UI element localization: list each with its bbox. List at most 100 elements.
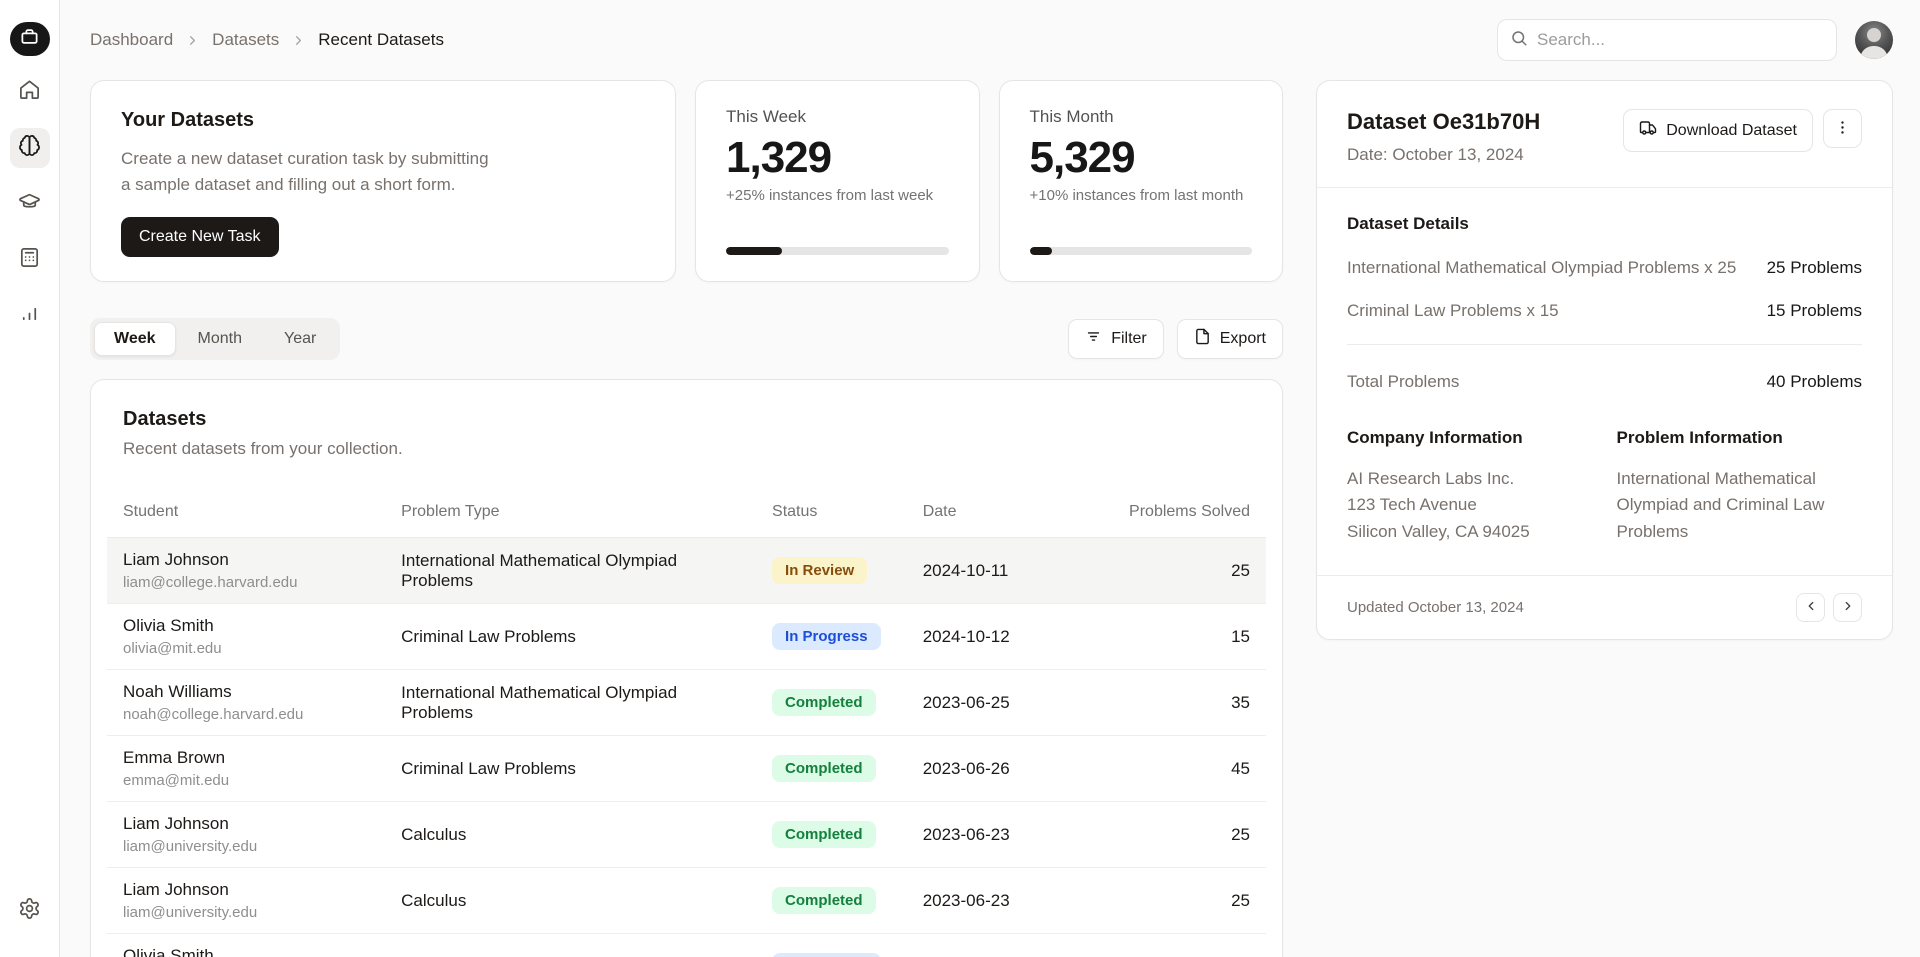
search-input[interactable] xyxy=(1537,30,1824,50)
breadcrumb-datasets[interactable]: Datasets xyxy=(212,30,279,50)
table-header-row: Student Problem Type Status Date Problem… xyxy=(107,493,1266,538)
problem-type: Criminal Law Problems xyxy=(385,604,756,670)
row-date: 2023-06-23 xyxy=(907,868,1069,934)
your-datasets-card: Your Datasets Create a new dataset curat… xyxy=(90,80,676,282)
your-datasets-description: Create a new dataset curation task by su… xyxy=(121,146,645,199)
this-month-label: This Month xyxy=(1030,107,1253,127)
search-icon xyxy=(1510,29,1528,52)
gear-icon xyxy=(18,897,41,925)
col-problem-type: Problem Type xyxy=(385,493,756,538)
filter-button[interactable]: Filter xyxy=(1068,319,1164,359)
detail-value: 25 Problems xyxy=(1767,258,1862,278)
breadcrumb-dashboard[interactable]: Dashboard xyxy=(90,30,173,50)
app-logo[interactable] xyxy=(10,22,50,56)
dataset-detail-panel: Dataset Oe31b70H Date: October 13, 2024 … xyxy=(1316,80,1893,640)
briefcase-icon xyxy=(20,27,39,51)
company-line: AI Research Labs Inc. xyxy=(1347,466,1593,492)
prev-button[interactable] xyxy=(1796,593,1825,622)
avatar[interactable] xyxy=(1855,21,1893,59)
tab-month[interactable]: Month xyxy=(178,322,262,356)
breadcrumb: Dashboard Datasets Recent Datasets xyxy=(90,30,444,50)
more-options-button[interactable] xyxy=(1823,109,1862,148)
your-datasets-title: Your Datasets xyxy=(121,109,645,132)
topbar-right xyxy=(1497,19,1893,61)
problem-information-title: Problem Information xyxy=(1617,428,1863,448)
status-badge: Completed xyxy=(772,755,876,782)
student-email: liam@university.edu xyxy=(123,838,369,855)
sidebar-item-datasets[interactable] xyxy=(10,128,50,168)
chevron-left-icon xyxy=(1804,599,1818,616)
student-name: Olivia Smith xyxy=(123,946,369,957)
export-button[interactable]: Export xyxy=(1177,319,1283,359)
tab-year[interactable]: Year xyxy=(264,322,336,356)
bar-chart-icon xyxy=(18,302,41,330)
problem-type: Algebra xyxy=(385,934,756,957)
sidebar-item-analytics[interactable] xyxy=(10,296,50,336)
company-information-title: Company Information xyxy=(1347,428,1593,448)
brain-icon xyxy=(18,134,41,162)
create-new-task-button[interactable]: Create New Task xyxy=(121,217,279,257)
dots-vertical-icon xyxy=(1834,119,1851,139)
company-line: Silicon Valley, CA 94025 xyxy=(1347,519,1593,545)
dataset-date: Date: October 13, 2024 xyxy=(1347,145,1540,165)
download-dataset-button[interactable]: Download Dataset xyxy=(1623,109,1813,152)
panel-body: Dataset Details International Mathematic… xyxy=(1317,188,1892,575)
student-email: liam@college.harvard.edu xyxy=(123,574,369,591)
breadcrumb-current: Recent Datasets xyxy=(318,30,444,50)
search-box xyxy=(1497,19,1837,61)
left-column: Your Datasets Create a new dataset curat… xyxy=(90,80,1283,957)
sidebar xyxy=(0,0,60,957)
period-tabs: Week Month Year xyxy=(90,318,340,360)
table-row[interactable]: Liam Johnsonliam@university.edu Calculus… xyxy=(107,802,1266,868)
app-root: Dashboard Datasets Recent Datasets xyxy=(0,0,1920,957)
student-email: noah@college.harvard.edu xyxy=(123,706,369,723)
status-badge: In Review xyxy=(772,557,867,584)
student-name: Liam Johnson xyxy=(123,880,369,900)
company-information: Company Information AI Research Labs Inc… xyxy=(1347,428,1593,545)
row-date: 2023-06-24 xyxy=(907,934,1069,957)
panel-footer: Updated October 13, 2024 xyxy=(1317,575,1892,639)
problems-solved: 15 xyxy=(1069,934,1266,957)
detail-label: Criminal Law Problems x 15 xyxy=(1347,301,1559,321)
sidebar-item-home[interactable] xyxy=(10,72,50,112)
datasets-table-card: Datasets Recent datasets from your colle… xyxy=(90,379,1283,957)
status-badge: In Progress xyxy=(772,623,881,650)
col-problems-solved: Problems Solved xyxy=(1069,493,1266,538)
col-student: Student xyxy=(107,493,385,538)
student-name: Olivia Smith xyxy=(123,616,369,636)
table-row[interactable]: Noah Williamsnoah@college.harvard.edu In… xyxy=(107,670,1266,736)
student-name: Liam Johnson xyxy=(123,550,369,570)
table-row[interactable]: Liam Johnsonliam@university.edu Calculus… xyxy=(107,868,1266,934)
this-week-card: This Week 1,329 +25% instances from last… xyxy=(695,80,980,282)
problem-type: International Mathematical Olympiad Prob… xyxy=(385,538,756,604)
problem-information: Problem Information International Mathem… xyxy=(1617,428,1863,545)
tab-week[interactable]: Week xyxy=(94,322,176,356)
this-month-progress-track xyxy=(1030,247,1253,255)
sidebar-item-settings[interactable] xyxy=(10,891,50,931)
next-button[interactable] xyxy=(1833,593,1862,622)
student-name: Liam Johnson xyxy=(123,814,369,834)
detail-value: 15 Problems xyxy=(1767,301,1862,321)
problems-solved: 25 xyxy=(1069,538,1266,604)
table-row[interactable]: Emma Brownemma@mit.edu Criminal Law Prob… xyxy=(107,736,1266,802)
chevron-right-icon xyxy=(291,33,306,48)
sidebar-item-education[interactable] xyxy=(10,184,50,224)
dataset-details-title: Dataset Details xyxy=(1347,214,1862,234)
status-badge: In Progress xyxy=(772,953,881,957)
table-row[interactable]: Olivia Smith olivia@mit.edu Criminal Law … xyxy=(107,604,1266,670)
topbar: Dashboard Datasets Recent Datasets xyxy=(60,0,1920,80)
row-date: 2023-06-25 xyxy=(907,670,1069,736)
table-row[interactable]: Liam Johnson liam@college.harvard.edu Int… xyxy=(107,538,1266,604)
sidebar-item-calculator[interactable] xyxy=(10,240,50,280)
student-email: emma@mit.edu xyxy=(123,772,369,789)
problems-solved: 15 xyxy=(1069,604,1266,670)
table-row[interactable]: Olivia Smitholivia@university.edu Algebr… xyxy=(107,934,1266,957)
problems-solved: 25 xyxy=(1069,868,1266,934)
student-name: Emma Brown xyxy=(123,748,369,768)
row-date: 2024-10-12 xyxy=(907,604,1069,670)
main-area: Dashboard Datasets Recent Datasets xyxy=(60,0,1920,957)
student-email: olivia@mit.edu xyxy=(123,640,369,657)
status-badge: Completed xyxy=(772,821,876,848)
detail-label: International Mathematical Olympiad Prob… xyxy=(1347,258,1736,278)
row-date: 2023-06-26 xyxy=(907,736,1069,802)
